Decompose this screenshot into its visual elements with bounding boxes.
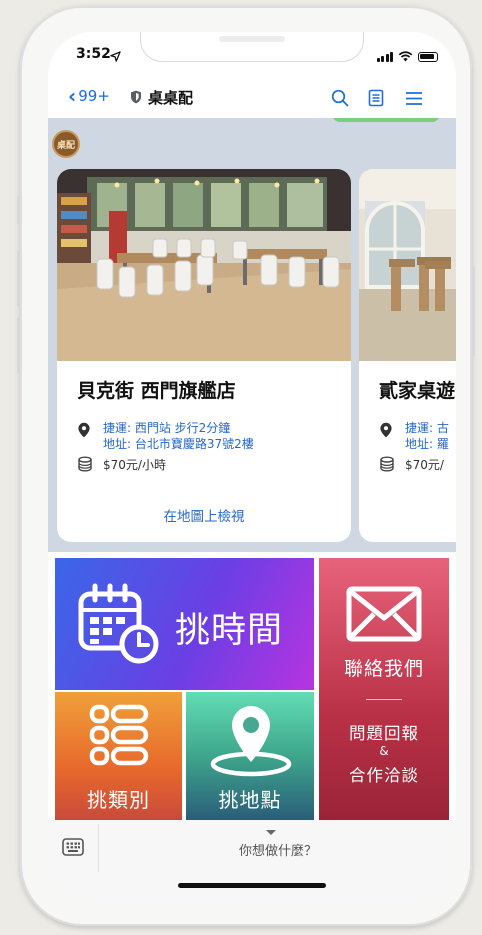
map-pin-icon [210,706,292,777]
coins-icon [78,456,92,472]
store-price: $70元/小時 [103,458,166,472]
calendar-clock-icon [78,583,159,664]
store-address: 地址: 台北市寶慶路37號2樓 [103,437,254,451]
notch-speaker [219,36,285,42]
envelope-icon [346,586,422,642]
pick-category-label: 挑類別 [87,788,150,812]
pick-place-button[interactable]: 挑地點 [186,692,314,820]
contact-divider [366,699,402,700]
previous-message-bubble [332,118,440,122]
status-bar: 3:52 [48,32,456,72]
pick-place-label: 挑地點 [218,788,282,812]
store-transit: 捷運: 西門站 步行2分鐘 [103,421,231,435]
notch [140,32,364,62]
phone-side-button [17,196,20,224]
store-card[interactable]: 貳家桌遊 捷運: 古 地址: 羅 $70元/ [359,169,456,542]
status-icons [376,47,438,66]
pin-icon [380,422,392,438]
pin-icon [78,422,90,438]
chat-area[interactable]: 桌配 貝克街 西門旗艦店 捷運: 西門站 步行2分鐘 地址: 台北市寶慶路37號… [48,118,456,552]
avatar[interactable]: 桌配 [52,130,80,158]
cooperation-label: 合作洽談 [349,766,419,785]
store-address: 地址: 羅 [405,437,449,451]
menu-icon[interactable] [404,88,424,108]
battery-icon [418,51,438,62]
contact-us-label: 聯絡我們 [343,658,424,680]
note-icon[interactable] [366,88,386,108]
phone-volume-down [17,318,20,374]
store-photo[interactable] [57,169,351,361]
location-arrow-icon [110,47,121,66]
keyboard-icon[interactable] [62,838,84,856]
phone-volume-up [17,250,20,306]
caret-down-icon[interactable] [266,830,276,835]
search-icon[interactable] [330,88,350,108]
store-price: $70元/ [405,458,444,472]
phone-power-button [472,266,475,356]
store-title: 貝克街 西門旗艦店 [77,380,236,402]
status-time: 3:52 [76,46,111,62]
home-indicator[interactable] [178,883,326,888]
shield-icon [131,90,141,104]
store-transit: 捷運: 古 [405,421,449,435]
screen: 3:52 ‹ 99+ 桌桌配 桌配 貝克街 西門旗艦店 捷運: 西門站 步行2分… [48,32,456,902]
pick-time-button[interactable]: 挑時間 [55,558,314,690]
chat-header: ‹ 99+ 桌桌配 [48,78,456,118]
contact-us-button[interactable]: 聯絡我們 問題回報 & 合作洽談 [319,558,449,820]
report-label: 問題回報 [349,724,419,743]
wifi-icon [398,47,413,66]
store-photo[interactable] [359,169,456,361]
rich-menu: 挑時間 聯絡我們 問題回報 & 合作洽談 挑類別 挑地點 [48,552,456,820]
back-button[interactable]: ‹ 99+ [68,86,110,106]
coins-icon [380,456,394,472]
avatar-logo-text: 桌配 [56,140,75,151]
chevron-left-icon: ‹ [68,84,77,108]
chat-title: 桌桌配 [148,89,194,107]
signal-icon [376,51,393,62]
input-divider [98,824,99,872]
view-on-map-link[interactable]: 在地圖上檢視 [57,505,351,525]
pick-category-button[interactable]: 挑類別 [55,692,182,820]
category-list-icon [89,704,149,766]
store-title: 貳家桌遊 [379,380,456,402]
ampersand-label: & [379,744,389,758]
input-bar: 你想做什麼？ [48,820,456,902]
store-card[interactable]: 貝克街 西門旗艦店 捷運: 西門站 步行2分鐘 地址: 台北市寶慶路37號2樓 … [57,169,351,542]
unread-count: 99+ [78,87,110,105]
rich-menu-toggle[interactable]: 你想做什麼？ [188,840,368,859]
pick-time-label: 挑時間 [175,611,284,651]
